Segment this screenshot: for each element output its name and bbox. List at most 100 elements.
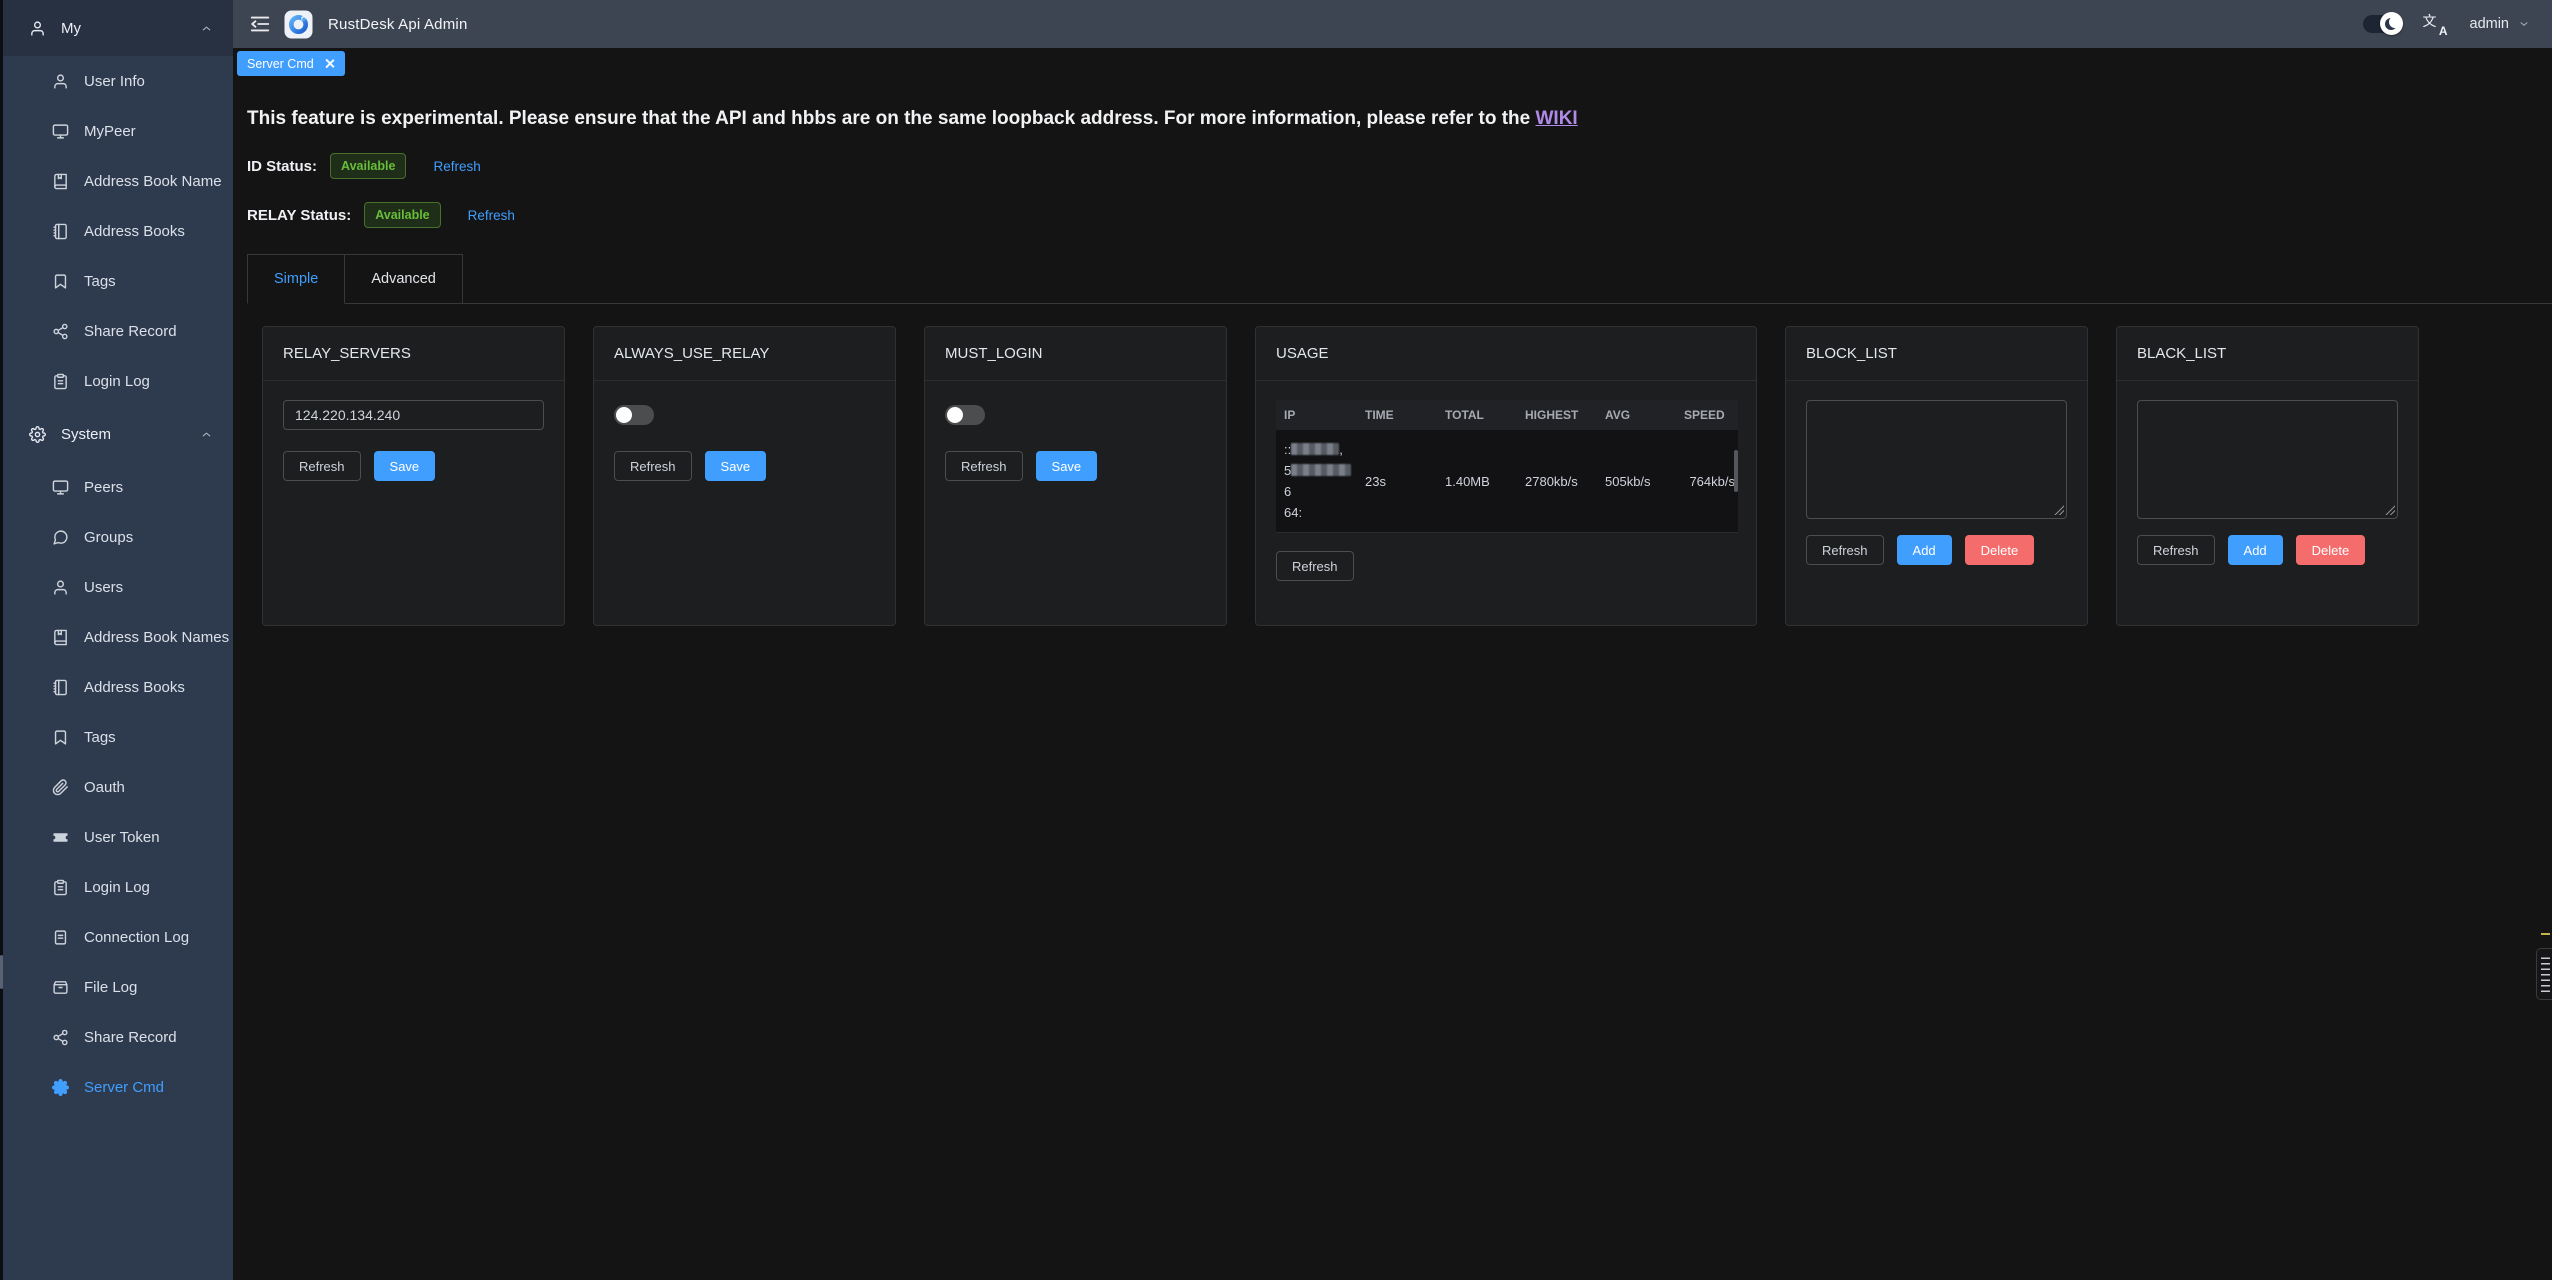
tab-advanced[interactable]: Advanced: [345, 254, 463, 304]
always-use-relay-toggle[interactable]: [614, 405, 654, 425]
book-icon: [52, 629, 69, 646]
sidebar-item-mypeer[interactable]: MyPeer: [0, 106, 233, 156]
relay-servers-input[interactable]: [283, 400, 544, 430]
usage-table-scrollbar-thumb[interactable]: [1734, 450, 1738, 492]
sidebar-item-label: Connection Log: [84, 929, 189, 946]
sidebar-item-user-info[interactable]: User Info: [0, 56, 233, 106]
bookmark-icon: [52, 273, 69, 290]
card-usage: USAGE IPTIMETOTALHIGHESTAVGSPEED ::, 56 …: [1255, 326, 1757, 626]
book-icon: [52, 173, 69, 190]
sidebar-item-label: Peers: [84, 479, 123, 496]
app-title: RustDesk Api Admin: [328, 16, 468, 33]
user-icon: [29, 20, 46, 37]
sidebar-item-login-log[interactable]: Login Log: [0, 862, 233, 912]
sidebar-scrollbar-thumb[interactable]: [0, 955, 3, 989]
block-list-refresh-button[interactable]: Refresh: [1806, 535, 1884, 565]
sidebar-item-address-books[interactable]: Address Books: [0, 662, 233, 712]
monitor-icon: [52, 123, 69, 140]
always-use-relay-save-button[interactable]: Save: [705, 451, 767, 481]
usage-table-row: ::, 56 64: 23s 1.40MB 2780kb/s 505kb/s 7…: [1276, 430, 1738, 533]
language-translate-icon[interactable]: 文 A: [2423, 12, 2448, 36]
sidebar-item-address-book-name[interactable]: Address Book Name: [0, 156, 233, 206]
relay-servers-refresh-button[interactable]: Refresh: [283, 451, 361, 481]
black-list-refresh-button[interactable]: Refresh: [2137, 535, 2215, 565]
sidebar-group-label: System: [61, 426, 111, 443]
drawer-icon: [52, 979, 69, 996]
wiki-link[interactable]: WIKI: [1536, 108, 1578, 129]
usage-refresh-button[interactable]: Refresh: [1276, 551, 1354, 581]
user-menu[interactable]: admin: [2470, 16, 2531, 32]
sidebar-item-tags[interactable]: Tags: [0, 712, 233, 762]
sidebar-item-address-book-names[interactable]: Address Book Names: [0, 612, 233, 662]
paperclip-icon: [52, 779, 69, 796]
sidebar-item-login-log[interactable]: Login Log: [0, 356, 233, 406]
black-list-textarea[interactable]: [2137, 400, 2398, 519]
sidebar-item-label: Oauth: [84, 779, 125, 796]
usage-total-cell: 1.40MB: [1437, 474, 1517, 489]
always-use-relay-refresh-button[interactable]: Refresh: [614, 451, 692, 481]
relay-status-label: RELAY Status:: [247, 207, 351, 224]
main-content: This feature is experimental. Please ens…: [233, 78, 2552, 1280]
usage-column-header: HIGHEST: [1517, 408, 1597, 422]
black-list-delete-button[interactable]: Delete: [2296, 535, 2366, 565]
ticket-icon: [52, 829, 69, 846]
cards-row: RELAY_SERVERS Refresh Save ALWAYS_USE_RE…: [262, 326, 2552, 626]
sidebar-item-file-log[interactable]: File Log: [0, 962, 233, 1012]
usage-column-header: TIME: [1357, 408, 1437, 422]
chat-icon: [52, 529, 69, 546]
usage-avg-cell: 505kb/s: [1597, 474, 1676, 489]
route-tab-server-cmd[interactable]: Server Cmd: [237, 51, 345, 76]
card-block-list: BLOCK_LIST Refresh Add Delete: [1785, 326, 2088, 626]
sidebar-item-share-record[interactable]: Share Record: [0, 1012, 233, 1062]
block-list-textarea[interactable]: [1806, 400, 2067, 519]
block-list-add-button[interactable]: Add: [1897, 535, 1952, 565]
card-title: RELAY_SERVERS: [263, 327, 564, 381]
sidebar-item-users[interactable]: Users: [0, 562, 233, 612]
sidebar-group-system[interactable]: System: [0, 406, 233, 462]
sidebar-item-user-token[interactable]: User Token: [0, 812, 233, 862]
sidebar-item-server-cmd[interactable]: Server Cmd: [0, 1062, 233, 1112]
clipboard-icon: [52, 373, 69, 390]
sidebar-item-tags[interactable]: Tags: [0, 256, 233, 306]
id-status-label: ID Status:: [247, 158, 317, 175]
must-login-toggle[interactable]: [945, 405, 985, 425]
user-icon: [52, 579, 69, 596]
sidebar-item-label: Login Log: [84, 373, 150, 390]
dark-mode-toggle[interactable]: [2363, 15, 2401, 33]
tab-simple[interactable]: Simple: [247, 254, 345, 304]
block-list-delete-button[interactable]: Delete: [1965, 535, 2035, 565]
black-list-add-button[interactable]: Add: [2228, 535, 2283, 565]
redacted-ip-segment: [1291, 443, 1339, 455]
relay-status-refresh-link[interactable]: Refresh: [468, 208, 515, 223]
id-status-refresh-link[interactable]: Refresh: [433, 159, 480, 174]
card-black-list: BLACK_LIST Refresh Add Delete: [2116, 326, 2419, 626]
sidebar-fold-icon[interactable]: [249, 13, 271, 35]
bookmark-icon: [52, 729, 69, 746]
close-icon[interactable]: [324, 58, 335, 69]
sidebar-item-connection-log[interactable]: Connection Log: [0, 912, 233, 962]
card-title: MUST_LOGIN: [925, 327, 1226, 381]
rustdesk-logo-icon: [284, 10, 313, 39]
share-icon: [52, 323, 69, 340]
id-status-badge: Available: [330, 153, 406, 179]
must-login-save-button[interactable]: Save: [1036, 451, 1098, 481]
sidebar-item-address-books[interactable]: Address Books: [0, 206, 233, 256]
redacted-ip-segment: [1291, 464, 1351, 476]
sidebar-item-label: Address Books: [84, 223, 185, 240]
sidebar-item-label: MyPeer: [84, 123, 136, 140]
sidebar-item-groups[interactable]: Groups: [0, 512, 233, 562]
sidebar-item-peers[interactable]: Peers: [0, 462, 233, 512]
usage-table-header: IPTIMETOTALHIGHESTAVGSPEED: [1276, 400, 1738, 430]
must-login-refresh-button[interactable]: Refresh: [945, 451, 1023, 481]
sidebar-group-my[interactable]: My: [0, 0, 233, 56]
relay-status-row: RELAY Status: Available Refresh: [247, 202, 2552, 228]
monitor-icon: [52, 479, 69, 496]
dark-mode-knob: [2380, 12, 2403, 35]
devtools-widget[interactable]: [2536, 948, 2552, 1000]
sidebar-item-label: Tags: [84, 273, 116, 290]
sidebar-item-share-record[interactable]: Share Record: [0, 306, 233, 356]
relay-servers-save-button[interactable]: Save: [374, 451, 436, 481]
route-tab-bar: Server Cmd: [233, 48, 2552, 78]
sidebar-item-label: User Info: [84, 73, 145, 90]
sidebar-item-oauth[interactable]: Oauth: [0, 762, 233, 812]
